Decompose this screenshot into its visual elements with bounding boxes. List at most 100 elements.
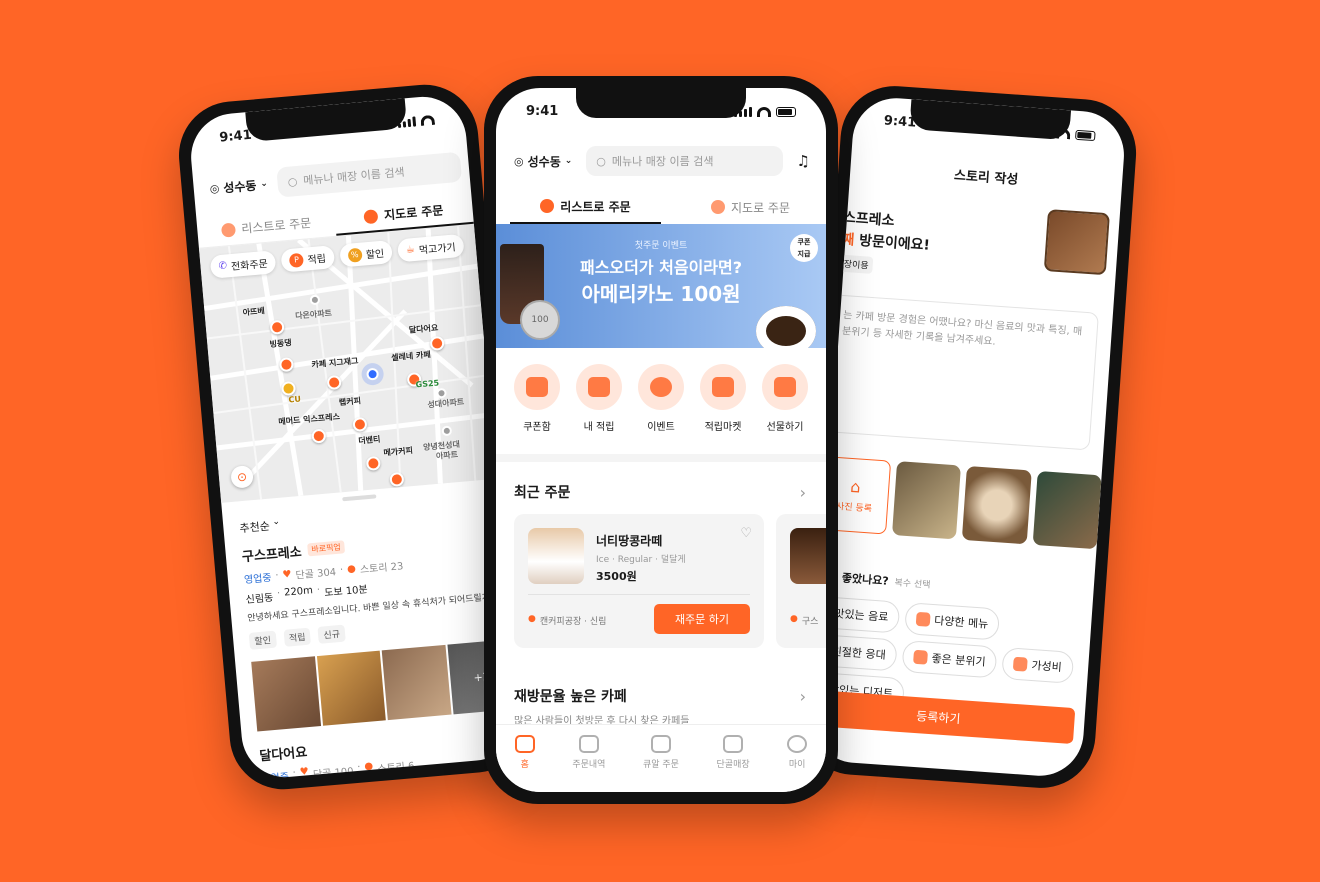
store-name: 스프레소 [842,209,895,230]
nav-home[interactable]: 홈 [514,735,535,792]
story-icon: ● [346,563,357,576]
quick-points-market[interactable]: 적립마켓 [700,364,746,433]
status-time: 9:41 [526,104,559,119]
store-card-2[interactable]: 달다어요 영업중 · ♥ 단골 100 · ● 스토리 6 [259,723,521,781]
store-distance: 220m [283,585,314,599]
pref-good-mood[interactable]: 좋은 분위기 [901,640,998,679]
battery-icon [1074,129,1096,142]
filter-points[interactable]: P 적립 [280,245,335,273]
location-pin-icon: ● [790,614,798,624]
recent-orders-header[interactable]: 최근 주문 › [514,482,806,502]
store-name: 구스프레소 [241,545,303,566]
pref-various-menu[interactable]: 다양한 메뉴 [904,602,1001,641]
photo-strip: ⌂ 사진 등록 [819,456,1102,550]
filter-discount[interactable]: % 할인 [338,240,393,268]
tag-new: 신규 [317,624,346,644]
search-input[interactable]: ○ 메뉴나 매장 이름 검색 [586,146,783,176]
visit-count: 째 방문이에요! [840,231,931,254]
home-icon [514,735,535,753]
map-pin-icon [363,208,379,224]
map-view[interactable]: ✆ 전화주문 P 적립 % 할인 ☕ 먹고가기 아뜨베 다온아파트 빙동댕 카페 지그재… [199,224,497,503]
store-walk-time: 도보 10분 [323,584,369,600]
store-photo [251,656,321,732]
location-selector[interactable]: ◎ 성수동 ⌄ [209,175,269,197]
tab-bar: 리스트로 주문 지도로 주문 [496,190,826,224]
quick-events[interactable]: 이벤트 [638,364,684,433]
chevron-down-icon: ⌄ [259,178,269,190]
quick-my-points[interactable]: 내 적립 [576,364,622,433]
section-title: 재방문율 높은 카페 [514,689,627,705]
menu-icon [915,611,931,627]
nav-qr-order[interactable]: 큐알 주문 [643,735,679,792]
heart-outline-icon[interactable]: ♡ [740,526,752,541]
location-selector[interactable]: ◎ 성수동 ⌄ [514,153,572,170]
left-screen: 9:41 ◎ 성수동 ⌄ ○ 메뉴나 매장 이름 검색 리스트로 주문 지도로 … [187,93,521,781]
center-phone: 9:41 ◎ 성수동 ⌄ ○ 메뉴나 매장 이름 검색 ♫ 리스트로 주문 지도… [484,76,838,804]
recent-order-card[interactable]: 너티땅콩라떼 Ice · Regular · 덜달게 3500원 ♡ ● 캔커피… [514,514,764,648]
reorder-button[interactable]: 재주문 하기 [654,604,750,634]
drink-price: 3500원 [596,570,637,583]
tab-list-order[interactable]: 리스트로 주문 [510,190,661,224]
search-icon: ○ [287,174,298,189]
notch [909,99,1072,141]
regulars-count: 단골 304 [295,567,337,582]
story-textarea[interactable]: 는 카페 방문 경험은 어땠나요? 마신 음료의 맛과 특징, 매 분위기 등 … [822,294,1099,451]
map-label: 더벤티 [357,434,381,446]
story-count: 스토리 6 [376,761,415,776]
uploaded-photo[interactable] [1032,470,1102,550]
nav-order-history[interactable]: 주문내역 [572,735,605,792]
heart-icon: ♥ [282,568,292,581]
location-label: 성수동 [222,178,258,195]
tag-points: 적립 [283,627,312,647]
bell-icon[interactable]: ♫ [797,152,810,170]
nav-my[interactable]: 마이 [787,735,808,792]
sheet-handle[interactable] [342,494,377,502]
drink-options: Ice · Regular · 덜달게 [596,555,686,565]
phone-icon: ✆ [218,260,228,273]
recent-order-card[interactable]: ● 구스 [776,514,826,648]
quick-gift[interactable]: 선물하기 [762,364,808,433]
story-count: 스토리 23 [359,561,404,576]
profile-icon [787,735,808,753]
header: ◎ 성수동 ⌄ ○ 메뉴나 매장 이름 검색 ♫ [514,146,810,176]
drink-thumbnail [790,528,826,584]
points-icon [576,364,622,410]
mood-icon [913,649,929,665]
drink-name: 너티땅콩라떼 [596,534,663,548]
map-label: 아뜨베 [242,306,266,318]
location-label: 성수동 [527,154,561,169]
hot-coffee-image [756,306,816,348]
open-status: 영업중 [261,771,290,781]
camera-icon: ⌂ [849,476,862,497]
map-label: 빙동댕 [269,338,293,349]
tab-label: 지도로 주문 [383,203,444,223]
sort-selector[interactable]: 추천순 ⌄ [239,517,281,537]
store-card-1[interactable]: 구스프레소 바로픽업 영업중 · ♥ 단골 304 · ● 스토리 23 신림동… [241,524,517,732]
market-icon [700,364,746,410]
coupon-badge: 쿠폰 지급 [790,234,818,262]
search-placeholder: 메뉴나 매장 이름 검색 [611,155,714,168]
uploaded-photo[interactable] [961,465,1032,545]
balloon-icon [638,364,684,410]
store-thumbnail [1043,209,1110,276]
quick-coupon[interactable]: 쿠폰함 [514,364,560,433]
promo-banner[interactable]: 100 첫주문 이벤트 패스오더가 처음이라면? 아메리카노 100원 쿠폰 지… [496,224,826,348]
receipt-icon [578,735,599,753]
section-title: 최근 주문 [514,485,571,501]
cup-icon: ☕ [405,244,416,256]
location-pin-icon: ◎ [209,181,220,196]
wifi-icon [757,107,771,117]
regulars-count: 단골 100 [312,766,355,781]
bottom-nav: 홈 주문내역 큐알 주문 단골매장 마이 [496,724,826,792]
store-photos[interactable]: +2 [251,639,517,732]
tab-map-order[interactable]: 지도로 주문 [675,190,826,224]
tab-label: 리스트로 주문 [240,215,312,236]
banner-line1: 패스오더가 처음이라면? [579,258,743,277]
revisit-section-header[interactable]: 재방문율 높은 카페 › 많은 사람들이 첫방문 후 다시 찾은 카페들 [514,686,806,728]
heart-icon: ♥ [299,766,310,778]
pref-value[interactable]: 가성비 [1001,646,1074,684]
search-input[interactable]: ○ 메뉴나 매장 이름 검색 [276,151,463,198]
uploaded-photo[interactable] [891,461,961,540]
tag-discount: 할인 [248,630,277,650]
nav-regular-stores[interactable]: 단골매장 [717,735,750,792]
